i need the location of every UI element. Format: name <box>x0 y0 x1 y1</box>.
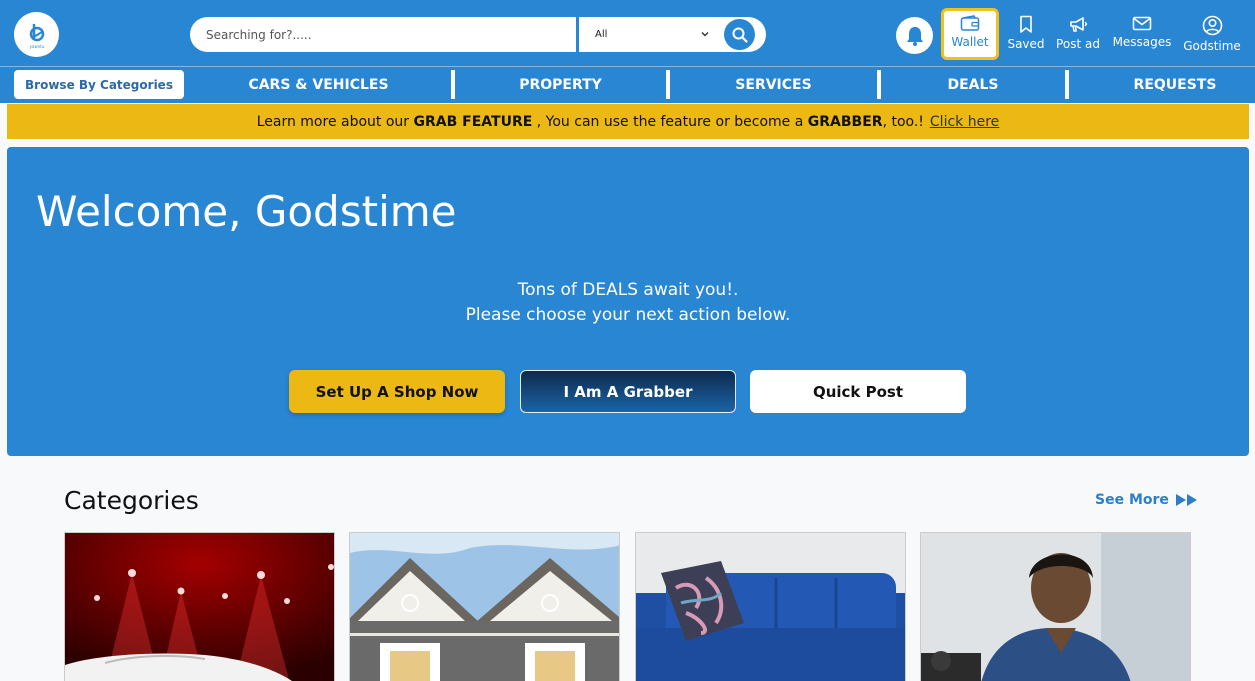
welcome-heading: Welcome, Godstime <box>36 187 457 236</box>
hero-line-1: Tons of DEALS await you!. <box>517 280 739 300</box>
category-nav: Browse By Categories CARS & VEHICLES PRO… <box>0 66 1255 103</box>
nav-deals[interactable]: DEALS <box>881 67 1065 103</box>
promo-bold-2: GRABBER <box>807 113 883 130</box>
promo-text-1: Learn more about our <box>256 113 410 130</box>
post-ad-label: Post ad <box>1056 37 1100 51</box>
top-header: yawntu All Wallet <box>0 0 1255 66</box>
nav-services[interactable]: SERVICES <box>670 67 877 103</box>
saved-label: Saved <box>1007 37 1045 51</box>
search-scope-value: All <box>595 29 608 40</box>
logo-mark-icon: yawntu <box>29 23 44 49</box>
notifications-button[interactable] <box>896 17 933 54</box>
wallet-icon <box>960 15 980 31</box>
profile-label: Godstime <box>1183 39 1241 53</box>
mail-icon <box>1132 16 1152 31</box>
grab-feature-banner: Learn more about our GRAB FEATURE , You … <box>7 104 1249 139</box>
messages-nav[interactable]: Messages <box>1110 8 1174 60</box>
nav-cars-vehicles[interactable]: CARS & VEHICLES <box>186 67 451 103</box>
worker-image <box>921 533 1190 681</box>
set-up-shop-button[interactable]: Set Up A Shop Now <box>289 370 505 413</box>
search-scope-select[interactable]: All <box>595 17 715 52</box>
browse-categories-button[interactable]: Browse By Categories <box>14 70 184 99</box>
promo-click-here-link[interactable]: Click here <box>930 114 999 130</box>
double-arrow-icon <box>1175 494 1197 506</box>
category-card-property[interactable] <box>349 532 620 681</box>
categories-heading: Categories <box>64 486 199 515</box>
wallet-label: Wallet <box>951 35 989 49</box>
wallet-nav[interactable]: Wallet <box>941 8 999 60</box>
promo-text-2: , You can use the feature or become a <box>536 113 804 130</box>
promo-bold-1: GRAB FEATURE <box>413 113 533 130</box>
search-button[interactable] <box>724 19 755 50</box>
hero-tagline: Tons of DEALS await you!. Please choose … <box>7 278 1249 328</box>
nav-requests[interactable]: REQUESTS <box>1069 67 1255 103</box>
search-icon <box>732 27 748 43</box>
house-image <box>350 533 619 681</box>
bell-icon <box>906 26 923 46</box>
search-bar: All <box>190 17 766 52</box>
hero-line-2: Please choose your next action below. <box>465 305 791 325</box>
logo-text: yawntu <box>29 44 44 49</box>
messages-label: Messages <box>1112 35 1172 49</box>
saved-nav[interactable]: Saved <box>1006 8 1046 60</box>
chevron-down-icon[interactable] <box>700 29 710 39</box>
site-logo[interactable]: yawntu <box>14 12 59 57</box>
see-more-link[interactable]: See More <box>1095 492 1199 508</box>
nav-property[interactable]: PROPERTY <box>455 67 666 103</box>
category-card-cars[interactable] <box>64 532 335 681</box>
see-more-label: See More <box>1095 492 1169 508</box>
bookmark-icon <box>1020 15 1032 33</box>
search-input[interactable] <box>190 17 576 52</box>
category-card-services[interactable] <box>635 532 906 681</box>
quick-post-button[interactable]: Quick Post <box>750 370 966 413</box>
grabber-button[interactable]: I Am A Grabber <box>520 370 736 413</box>
welcome-hero: Welcome, Godstime Tons of DEALS await yo… <box>7 147 1249 456</box>
user-circle-icon <box>1202 15 1222 36</box>
profile-nav[interactable]: Godstime <box>1178 8 1246 60</box>
promo-text-3: , too.! <box>882 113 924 130</box>
car-showroom-image <box>65 533 334 681</box>
search-divider <box>576 17 579 52</box>
post-ad-nav[interactable]: Post ad <box>1052 8 1104 60</box>
sofa-image <box>636 533 905 681</box>
megaphone-icon <box>1070 17 1088 32</box>
category-card-deals[interactable] <box>920 532 1191 681</box>
